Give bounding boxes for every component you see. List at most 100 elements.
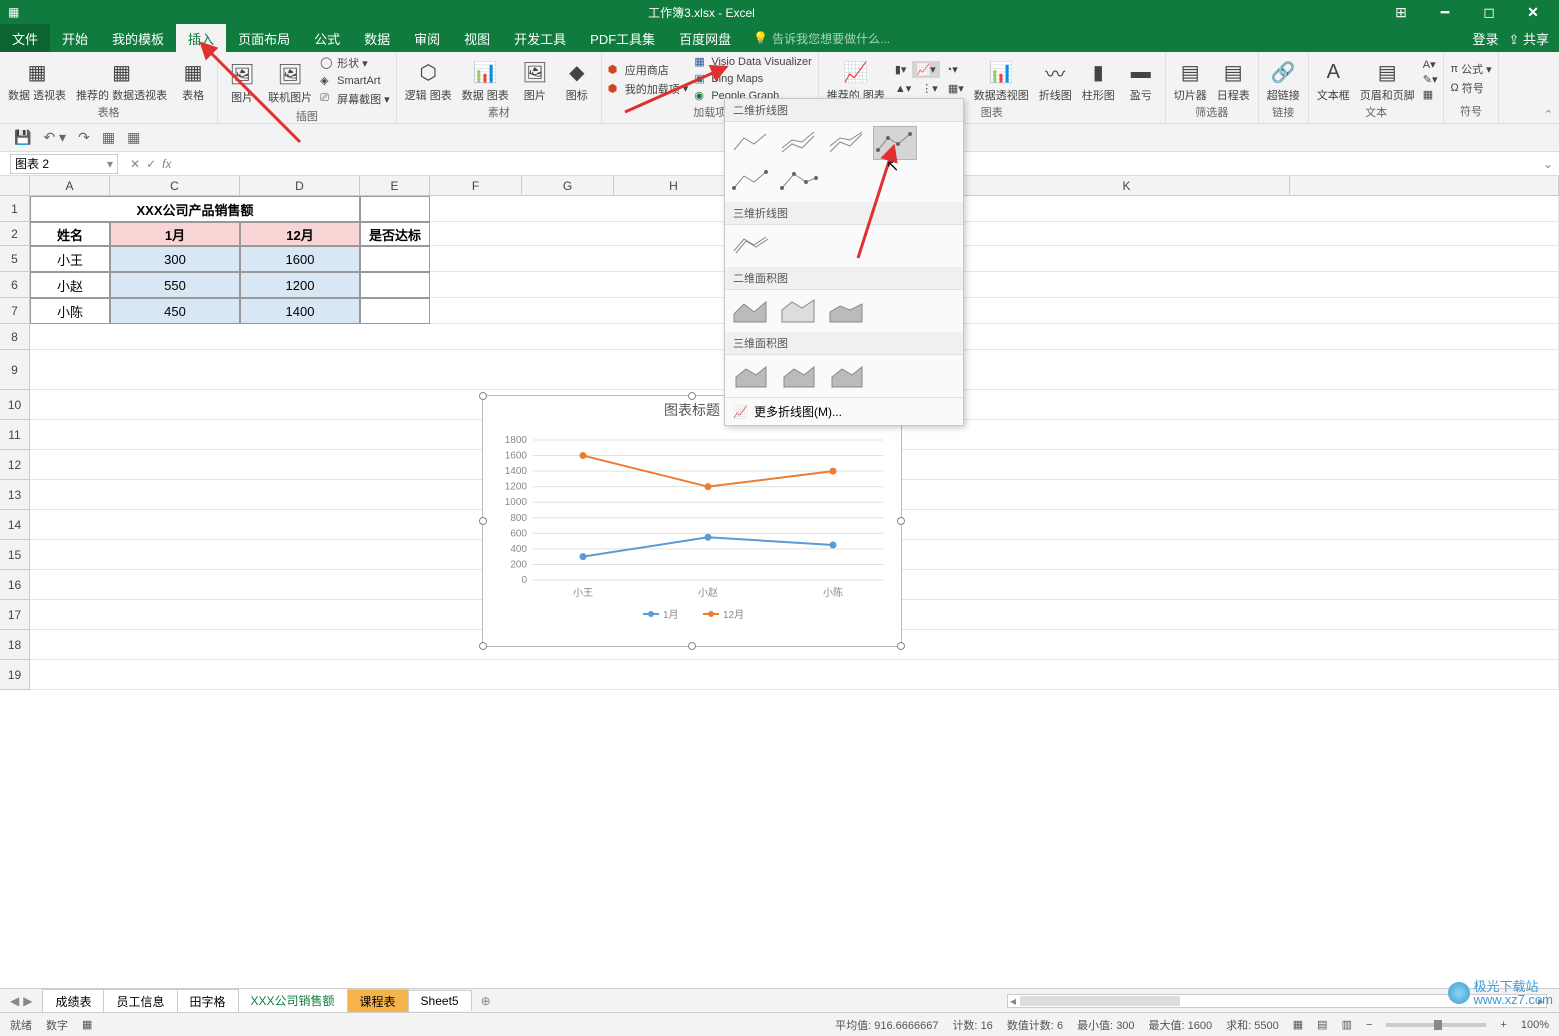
col-header-f[interactable]: F xyxy=(430,176,522,195)
add-sheet-button[interactable]: ⊕ xyxy=(471,994,501,1008)
table-cell[interactable]: 550 xyxy=(110,272,240,298)
col-header-a[interactable]: A xyxy=(30,176,110,195)
table-cell[interactable]: 小赵 xyxy=(30,272,110,298)
table-cell[interactable]: 小陈 xyxy=(30,298,110,324)
scrollbar-thumb[interactable] xyxy=(1020,996,1180,1006)
table-cell[interactable] xyxy=(360,246,430,272)
undo-button[interactable]: ↶ ▾ xyxy=(43,129,66,146)
tab-template[interactable]: 我的模板 xyxy=(100,24,176,52)
save-button[interactable]: 💾 xyxy=(14,129,31,146)
resize-handle[interactable] xyxy=(688,642,696,650)
table-cell[interactable]: 450 xyxy=(110,298,240,324)
view-break-icon[interactable]: ▥ xyxy=(1342,1018,1352,1031)
equation-button[interactable]: π 公式 ▾ xyxy=(1448,60,1493,78)
resize-handle[interactable] xyxy=(479,517,487,525)
row-header[interactable]: 10 xyxy=(0,390,30,420)
resize-handle[interactable] xyxy=(479,392,487,400)
tell-me-search[interactable]: 💡 告诉我您想要做什么... xyxy=(753,30,890,47)
header-month12[interactable]: 12月 xyxy=(240,222,360,246)
row-header[interactable]: 6 xyxy=(0,272,30,298)
chart-plot-area[interactable]: 020040060080010001200140016001800 小王小赵小陈… xyxy=(483,420,903,630)
tab-home[interactable]: 开始 xyxy=(50,24,100,52)
sheet-tab-active[interactable]: XXX公司销售额 xyxy=(238,988,348,1014)
resize-handle[interactable] xyxy=(688,392,696,400)
collapse-ribbon-icon[interactable]: ⌃ xyxy=(1544,108,1553,121)
area-chart-type-3[interactable] xyxy=(825,294,869,328)
fx-icon[interactable]: fx xyxy=(162,157,171,171)
logic-chart-button[interactable]: ⬡逻辑 图表 xyxy=(401,54,456,104)
pivot-chart-button[interactable]: 📊数据透视图 xyxy=(970,54,1033,104)
qat-item-1[interactable]: ▦ xyxy=(102,129,115,146)
col-header-g[interactable]: G xyxy=(522,176,614,195)
line-chart-type-5[interactable] xyxy=(729,164,773,198)
tab-data[interactable]: 数据 xyxy=(352,24,402,52)
row-header[interactable]: 19 xyxy=(0,660,30,690)
ribbon-options-icon[interactable]: ⊞ xyxy=(1381,4,1421,21)
zoom-slider[interactable] xyxy=(1386,1023,1486,1027)
select-all-corner[interactable] xyxy=(0,176,30,195)
row-header[interactable]: 15 xyxy=(0,540,30,570)
sheet-tab[interactable]: 员工信息 xyxy=(103,989,177,1013)
chevron-down-icon[interactable]: ▾ xyxy=(107,157,113,171)
symbol-button[interactable]: Ω 符号 xyxy=(1448,79,1493,97)
row-header[interactable]: 5 xyxy=(0,246,30,272)
row-header[interactable]: 12 xyxy=(0,450,30,480)
recommended-pivot-button[interactable]: ▦推荐的 数据透视表 xyxy=(72,54,171,104)
share-button[interactable]: ⇪ 共享 xyxy=(1508,29,1549,48)
view-normal-icon[interactable]: ▦ xyxy=(1293,1018,1303,1031)
table-cell[interactable] xyxy=(360,298,430,324)
col-header-k[interactable]: K xyxy=(964,176,1290,195)
col-header-d[interactable]: D xyxy=(240,176,360,195)
area-chart-dropdown[interactable]: ▲▾ xyxy=(891,80,915,97)
row-header[interactable]: 7 xyxy=(0,298,30,324)
expand-formula-icon[interactable]: ⌄ xyxy=(1537,157,1559,171)
area-chart-type-1[interactable] xyxy=(729,294,773,328)
area-chart-3d-type-1[interactable] xyxy=(729,359,773,393)
qat-item-2[interactable]: ▦ xyxy=(127,129,140,146)
table-cell[interactable]: 1400 xyxy=(240,298,360,324)
tab-pdf[interactable]: PDF工具集 xyxy=(578,24,667,52)
view-page-icon[interactable]: ▤ xyxy=(1317,1018,1327,1031)
resize-handle[interactable] xyxy=(897,517,905,525)
maximize-icon[interactable]: ◻ xyxy=(1469,4,1509,21)
textbox-button[interactable]: A文本框 xyxy=(1313,54,1354,104)
row-header[interactable]: 17 xyxy=(0,600,30,630)
line-chart-dropdown[interactable]: 📈▾ xyxy=(912,61,939,78)
row-header[interactable]: 2 xyxy=(0,222,30,246)
row-header[interactable]: 16 xyxy=(0,570,30,600)
more-line-charts-button[interactable]: 📈 更多折线图(M)... xyxy=(725,397,963,425)
data-chart-button[interactable]: 📊数据 图表 xyxy=(458,54,513,104)
line-chart-type-6[interactable] xyxy=(777,164,821,198)
row-header[interactable]: 8 xyxy=(0,324,30,350)
sparkline-line-button[interactable]: 〰折线图 xyxy=(1035,54,1076,104)
slicer-button[interactable]: ▤切片器 xyxy=(1170,54,1211,104)
header-name[interactable]: 姓名 xyxy=(30,222,110,246)
minimize-icon[interactable]: ━ xyxy=(1425,4,1465,21)
material-icon-button[interactable]: ◆图标 xyxy=(557,54,597,104)
header-footer-button[interactable]: ▤页眉和页脚 xyxy=(1356,54,1419,104)
line-chart-type-2[interactable] xyxy=(777,126,821,160)
sheet-nav-prev[interactable]: ◀ xyxy=(10,994,19,1008)
col-header-e[interactable]: E xyxy=(360,176,430,195)
zoom-out-button[interactable]: − xyxy=(1366,1019,1372,1031)
row-header[interactable]: 9 xyxy=(0,350,30,390)
tab-view[interactable]: 视图 xyxy=(452,24,502,52)
scatter-chart-dropdown[interactable]: ⋮▾ xyxy=(917,80,942,97)
name-box[interactable]: 图表 2 ▾ xyxy=(10,154,118,174)
pie-chart-dropdown[interactable]: ◔▾ xyxy=(942,61,962,78)
confirm-formula-icon[interactable]: ✓ xyxy=(146,157,156,171)
row-header[interactable]: 1 xyxy=(0,196,30,222)
recommended-charts-button[interactable]: 📈推荐的 图表 xyxy=(823,54,889,104)
smartart-button[interactable]: ◈SmartArt xyxy=(318,73,392,89)
row-header[interactable]: 18 xyxy=(0,630,30,660)
table-cell[interactable]: 小王 xyxy=(30,246,110,272)
surface-chart-dropdown[interactable]: ▦▾ xyxy=(944,80,968,97)
sparkline-bar-button[interactable]: ▮柱形图 xyxy=(1078,54,1119,104)
area-chart-3d-type-2[interactable] xyxy=(777,359,821,393)
cancel-formula-icon[interactable]: ✕ xyxy=(130,157,140,171)
signature-button[interactable]: ✎▾ xyxy=(1423,73,1438,86)
tab-review[interactable]: 审阅 xyxy=(402,24,452,52)
timeline-button[interactable]: ▤日程表 xyxy=(1213,54,1254,104)
material-picture-button[interactable]: 🖼图片 xyxy=(515,54,555,104)
row-header[interactable]: 13 xyxy=(0,480,30,510)
